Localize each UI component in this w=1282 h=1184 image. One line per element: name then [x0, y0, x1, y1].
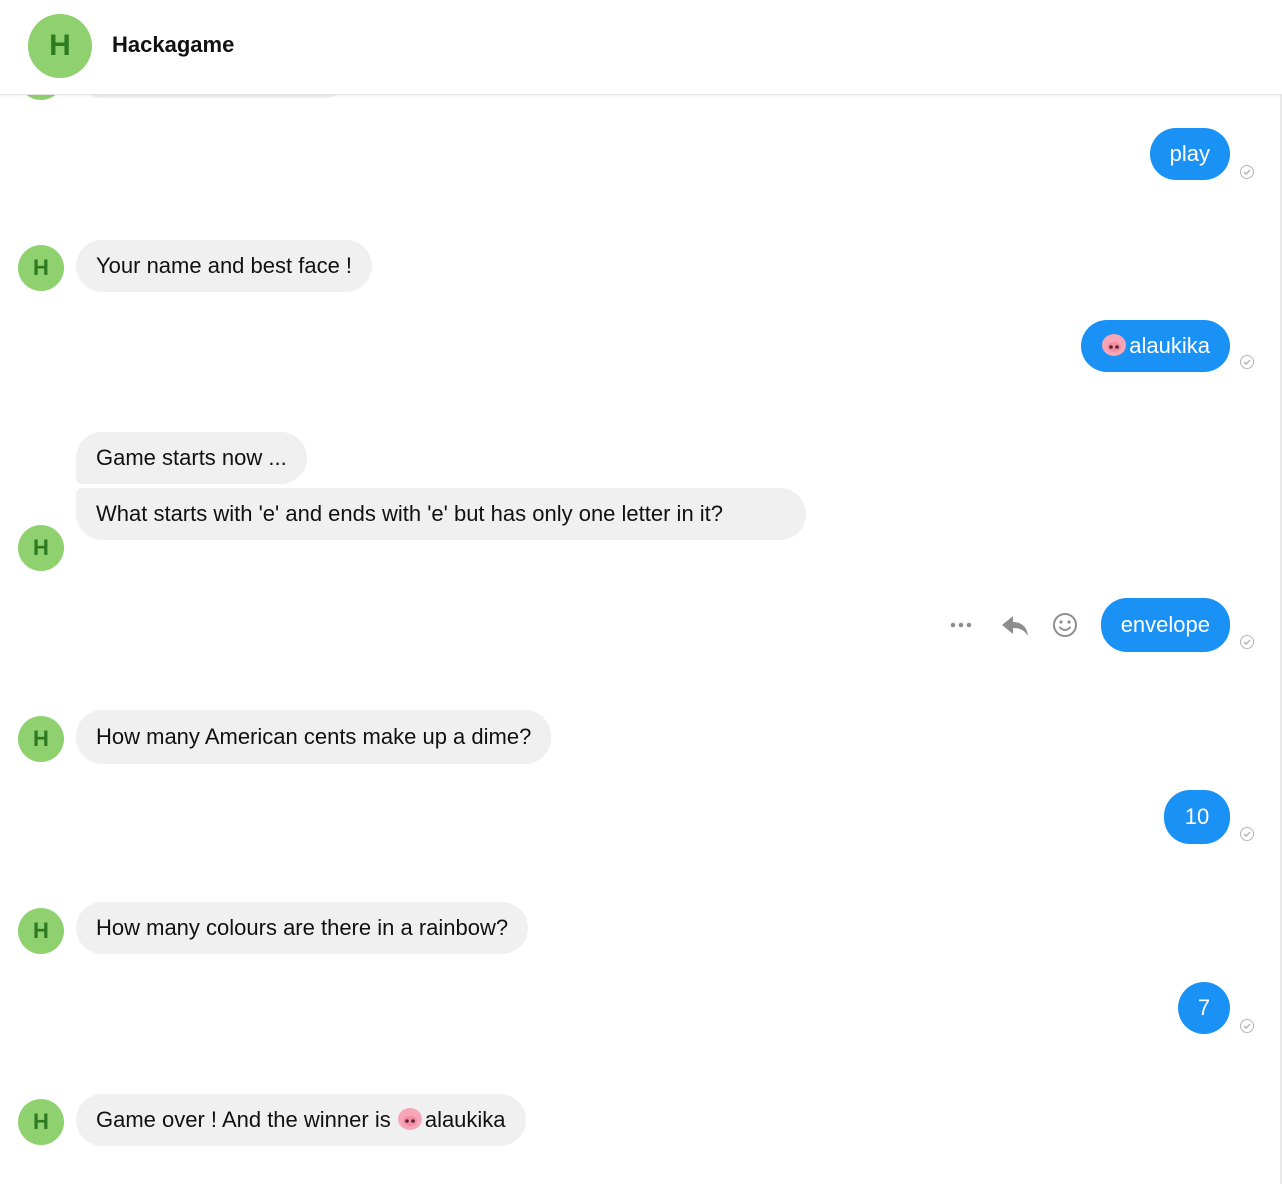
- message-text: envelope: [1120, 612, 1210, 637]
- message-bubble-received[interactable]: How many American cents make up a dime?: [76, 710, 552, 764]
- pig-face-icon: [397, 1108, 422, 1130]
- message-text: Game over ! And the winner is: [96, 1107, 391, 1132]
- message-bubble-received[interactable]: How many colours are there in a rainbow?: [76, 902, 529, 954]
- message-bubble-received[interactable]: Game over ! And the winner is alaukika: [76, 1094, 526, 1146]
- message-text: Game starts now ...: [96, 445, 287, 470]
- message-bubble-received[interactable]: Your name and best face !: [76, 240, 373, 292]
- message-actions: [946, 608, 1086, 642]
- message-bubble-sent[interactable]: alaukika: [1081, 320, 1230, 372]
- message-text: alaukika: [1129, 333, 1210, 358]
- delivered-check-icon: [1240, 827, 1254, 841]
- message-text: What starts with 'e' and ends with 'e' b…: [96, 501, 724, 526]
- message-bubble-received[interactable]: Game starts now ...: [76, 432, 307, 484]
- pig-face-icon: [1102, 334, 1127, 356]
- delivered-check-icon: [1240, 1019, 1254, 1033]
- delivered-check-icon: [1240, 165, 1254, 179]
- message-text: 10: [1184, 804, 1210, 829]
- avatar: H: [18, 716, 64, 762]
- message-bubble-received[interactable]: What starts with 'e' and ends with 'e' b…: [76, 488, 806, 540]
- avatar: H: [18, 525, 64, 571]
- avatar: H: [18, 908, 64, 954]
- message-bubble-sent[interactable]: envelope: [1100, 598, 1230, 652]
- message-bubble-sent[interactable]: 10: [1164, 790, 1230, 844]
- message-bubble-sent[interactable]: play: [1149, 128, 1230, 180]
- message-bubble-sent[interactable]: 7: [1178, 982, 1230, 1034]
- message-text: Your name and best face !: [96, 253, 353, 278]
- message-text: 7: [1197, 995, 1211, 1020]
- avatar: H: [18, 1099, 64, 1145]
- more-options-icon[interactable]: [948, 616, 974, 634]
- reply-icon[interactable]: [1000, 612, 1030, 638]
- chat-header: H Hackagame: [0, 0, 1282, 95]
- avatar: H: [18, 245, 64, 291]
- chat-title[interactable]: Hackagame: [112, 32, 234, 58]
- chat-avatar[interactable]: H: [28, 14, 92, 78]
- message-text: play: [1169, 141, 1210, 166]
- delivered-check-icon: [1240, 635, 1254, 649]
- message-text-name: alaukika: [424, 1107, 506, 1132]
- message-text: How many American cents make up a dime?: [96, 724, 532, 749]
- message-text: How many colours are there in a rainbow?: [96, 915, 509, 940]
- delivered-check-icon: [1240, 355, 1254, 369]
- react-emoji-icon[interactable]: [1052, 612, 1078, 638]
